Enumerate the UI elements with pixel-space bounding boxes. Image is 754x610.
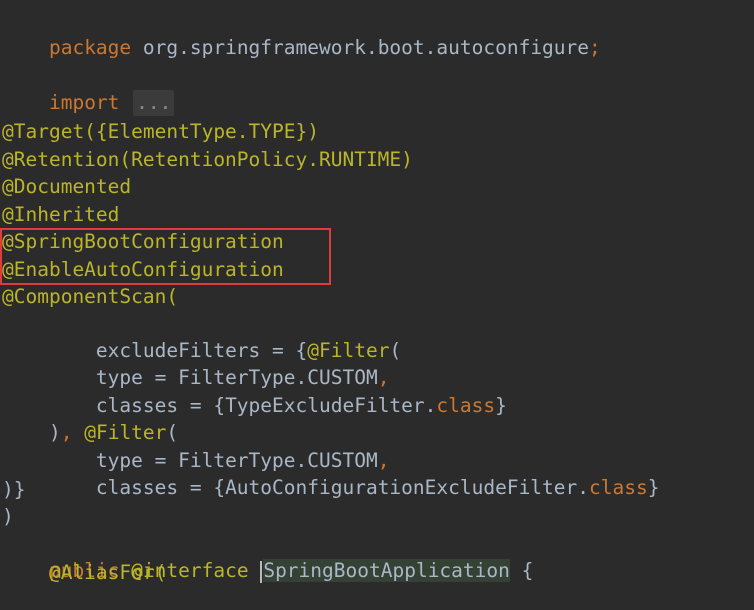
keyword-import: import bbox=[48, 91, 120, 114]
semicolon: ; bbox=[589, 36, 601, 59]
code-line-target: @Target({ElementType.TYPE}) bbox=[2, 120, 319, 143]
open-paren: ( bbox=[389, 339, 402, 362]
code-line-inherited: @Inherited bbox=[2, 203, 120, 226]
code-line-retention: @Retention(RetentionPolicy.RUNTIME) bbox=[2, 148, 413, 171]
code-line-import: import ... bbox=[2, 64, 175, 116]
keyword-package: package bbox=[48, 36, 132, 59]
code-line-package: package org.springframework.boot.autocon… bbox=[2, 9, 601, 59]
code-line-aliasfor: @AliasFor( bbox=[2, 561, 167, 584]
highlight-box bbox=[0, 228, 331, 285]
code-editor[interactable]: package org.springframework.boot.autocon… bbox=[0, 0, 754, 584]
interface-name[interactable]: SpringBootApplication bbox=[263, 559, 510, 582]
close-brace: } bbox=[495, 394, 507, 417]
code-line-classes-1: classes = {TypeExcludeFilter.class} bbox=[2, 367, 507, 417]
code-line-exclude-filters: excludeFilters = {@Filter( bbox=[2, 312, 401, 362]
code-line-type-2: type = FilterType.CUSTOM, bbox=[2, 422, 390, 472]
folded-imports[interactable]: ... bbox=[133, 90, 175, 116]
keyword-class: class bbox=[589, 476, 648, 499]
code-line-documented: @Documented bbox=[2, 175, 132, 198]
close-brace: } bbox=[647, 476, 660, 499]
keyword-class: class bbox=[436, 394, 496, 417]
code-line-close-2: ) bbox=[2, 505, 14, 528]
package-name: org.springframework.boot.autoconfigure bbox=[131, 36, 590, 59]
code-line-type-1: type = FilterType.CUSTOM, bbox=[2, 339, 390, 389]
open-brace: { bbox=[509, 559, 534, 582]
code-line-classes-2: classes = {AutoConfigurationExcludeFilte… bbox=[2, 449, 660, 499]
code-line-componentscan: @ComponentScan( bbox=[2, 285, 179, 308]
classes-text: classes = {AutoConfigurationExcludeFilte… bbox=[48, 476, 590, 499]
code-line-close-1: )} bbox=[2, 478, 26, 501]
code-line-interface: public @interface SpringBootApplication … bbox=[2, 532, 533, 583]
code-line-filter-2: ), @Filter( bbox=[2, 394, 178, 444]
